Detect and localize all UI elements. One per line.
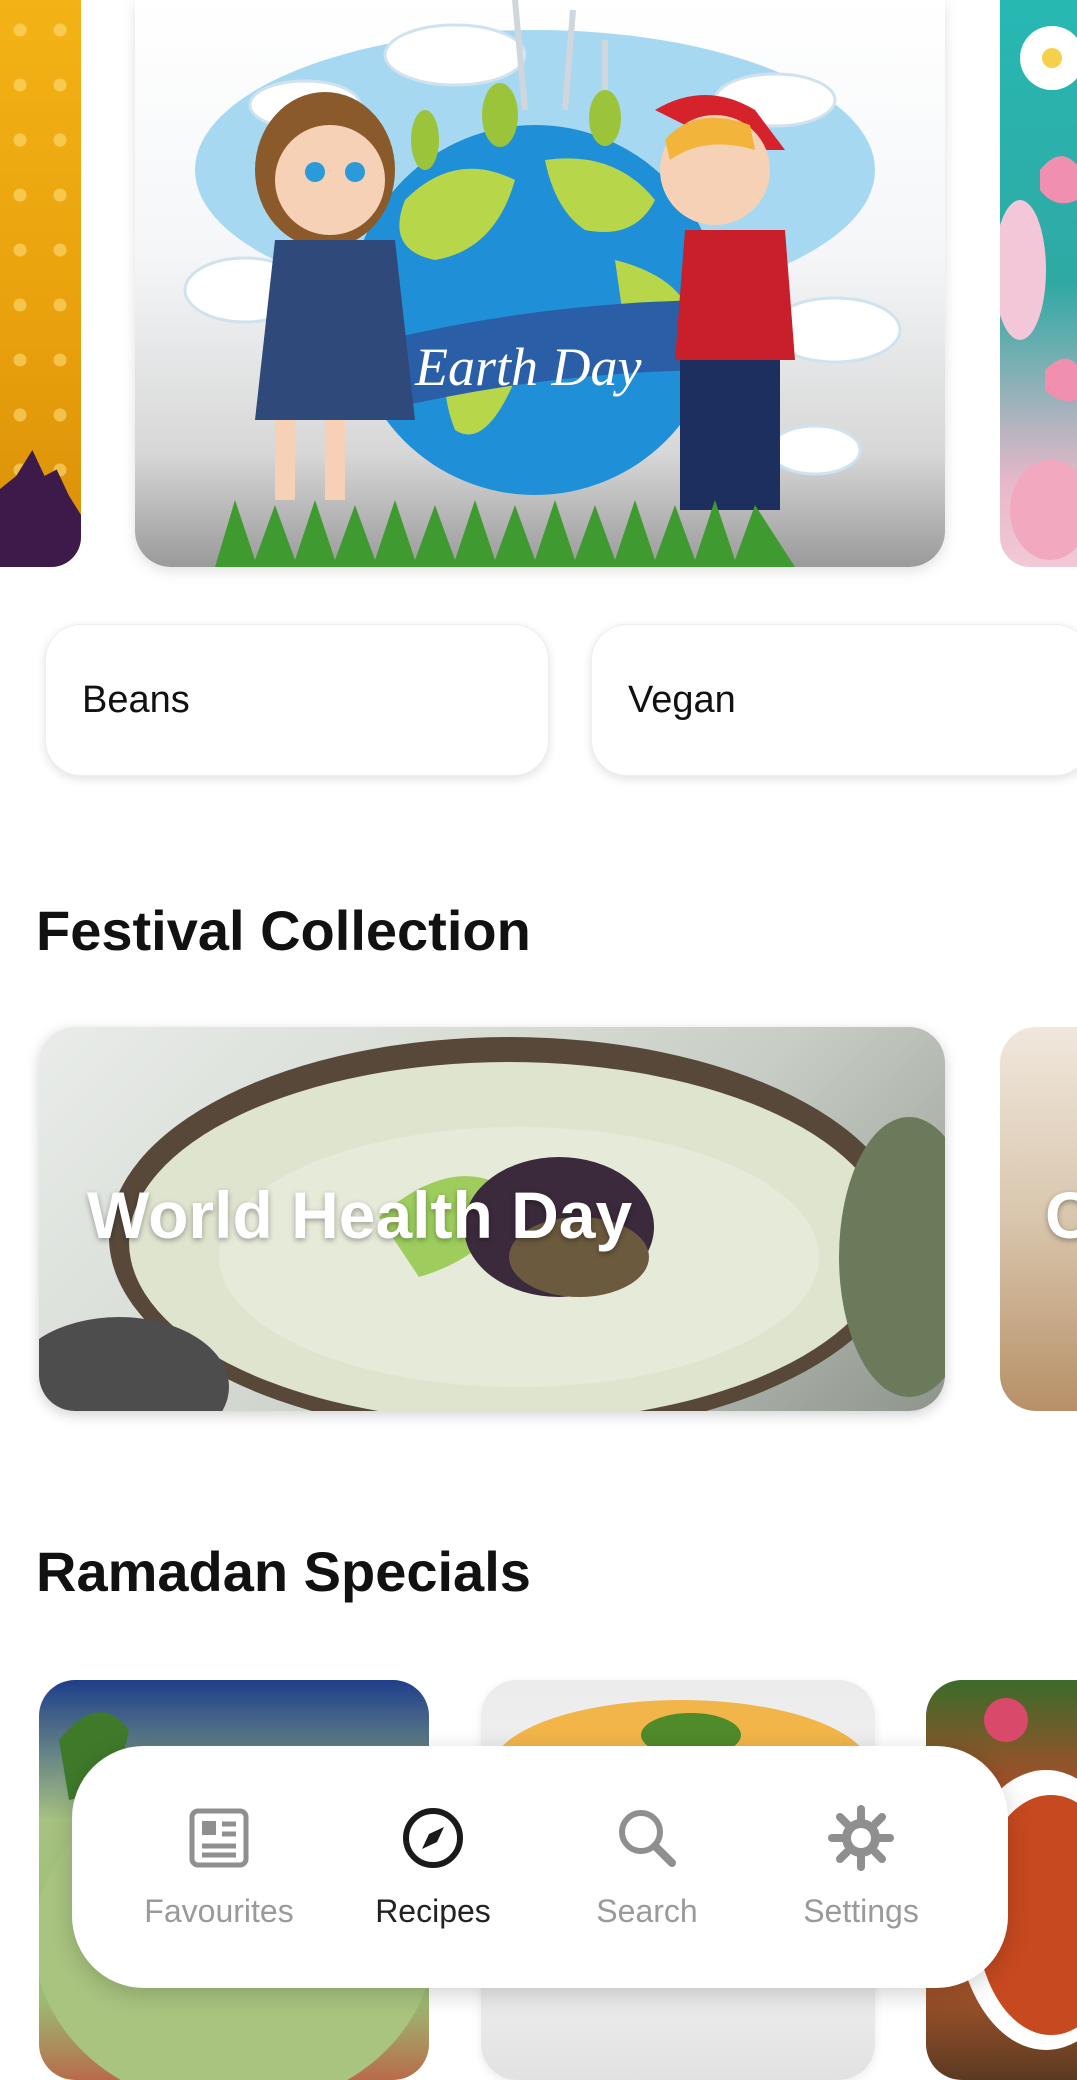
section-title-festival: Festival Collection <box>36 899 531 962</box>
chip-vegan[interactable]: Vegan <box>591 624 1077 776</box>
compass-icon <box>403 1807 463 1868</box>
svg-text:Earth Day: Earth Day <box>414 337 642 397</box>
festival-card-title: World Health Day <box>87 1178 633 1252</box>
earth-day-illustration: Earth Day <box>183 0 902 567</box>
chip-beans[interactable]: Beans <box>45 624 549 776</box>
newspaper-icon <box>189 1808 249 1867</box>
nav-item-search[interactable]: Search <box>552 1805 742 1930</box>
hero-card-easter-peek[interactable] <box>1000 0 1077 567</box>
festival-card-world-health-day[interactable]: World Health Day <box>39 1027 945 1411</box>
festival-card-title: C <box>1045 1178 1077 1252</box>
nav-item-recipes[interactable]: Recipes <box>338 1805 528 1930</box>
nav-label: Settings <box>803 1892 919 1929</box>
chip-label: Vegan <box>628 678 736 721</box>
festival-card-peek[interactable]: C <box>1000 1027 1077 1411</box>
nav-item-favourites[interactable]: Favourites <box>124 1805 314 1930</box>
gear-icon <box>828 1804 894 1871</box>
bottom-navigation: Favourites Recipes Search Settings <box>72 1746 1008 1988</box>
nav-label: Recipes <box>375 1892 491 1929</box>
search-icon <box>619 1809 676 1867</box>
nav-item-settings[interactable]: Settings <box>766 1804 956 1930</box>
nav-label: Search <box>596 1892 698 1929</box>
nav-label: Favourites <box>144 1892 294 1929</box>
hero-card-ramadan-peek[interactable] <box>0 0 81 567</box>
chip-label: Beans <box>82 678 190 721</box>
easter-decoration <box>1000 26 1077 560</box>
hero-card-earth-day[interactable]: Earth Day <box>135 0 945 567</box>
section-title-ramadan: Ramadan Specials <box>36 1540 531 1603</box>
